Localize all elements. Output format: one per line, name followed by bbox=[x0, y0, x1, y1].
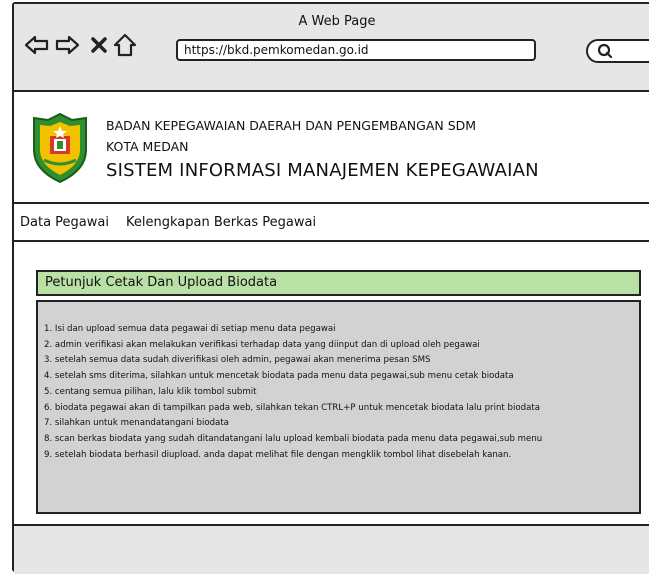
instruction-item: 1. Isi dan upload semua data pegawai di … bbox=[44, 324, 336, 334]
system-title: SISTEM INFORMASI MANAJEMEN KEPEGAWAIAN bbox=[106, 160, 539, 181]
close-icon bbox=[91, 37, 107, 53]
url-input[interactable]: https://bkd.pemkomedan.go.id bbox=[176, 39, 536, 61]
home-button[interactable] bbox=[112, 32, 138, 58]
forward-arrow-icon bbox=[55, 35, 80, 55]
panel-title: Petunjuk Cetak Dan Upload Biodata bbox=[36, 270, 641, 296]
kota-medan-logo bbox=[30, 112, 90, 188]
instruction-item: 7. silahkan untuk menandatangani biodata bbox=[44, 418, 229, 429]
home-icon bbox=[113, 33, 137, 57]
instruction-item: 6. biodata pegawai akan di tampilkan pad… bbox=[44, 402, 540, 413]
main-menu: Data Pegawai Kelengkapan Berkas Pegawai bbox=[14, 204, 649, 242]
back-button[interactable] bbox=[24, 32, 50, 58]
instruction-item: 2. admin verifikasi akan melakukan verif… bbox=[44, 339, 480, 350]
forward-button[interactable] bbox=[54, 32, 80, 58]
back-arrow-icon bbox=[24, 35, 49, 55]
page-footer bbox=[14, 524, 649, 574]
search-input[interactable] bbox=[586, 39, 649, 63]
stop-button[interactable] bbox=[86, 32, 112, 58]
window-title: A Web Page bbox=[298, 14, 376, 29]
instruction-item: 8. scan berkas biodata yang sudah ditand… bbox=[44, 433, 543, 444]
org-name-line2: KOTA MEDAN bbox=[106, 139, 189, 154]
instruction-item: 3. setelah semua data sudah diverifikasi… bbox=[44, 355, 431, 366]
site-header: BADAN KEPEGAWAIAN DAERAH DAN PENGEMBANGA… bbox=[14, 92, 649, 204]
org-name-line1: BADAN KEPEGAWAIAN DAERAH DAN PENGEMBANGA… bbox=[106, 118, 477, 133]
instruction-item: 5. centang semua pilihan, lalu klik tomb… bbox=[44, 386, 257, 397]
menu-item-data-pegawai[interactable]: Data Pegawai bbox=[20, 215, 109, 230]
menu-item-kelengkapan-berkas[interactable]: Kelengkapan Berkas Pegawai bbox=[126, 215, 316, 230]
instruction-item: 9. setelah biodata berhasil diupload. an… bbox=[44, 449, 512, 460]
browser-chrome: A Web Page https://bkd.pemkomedan.go.id bbox=[14, 4, 649, 92]
search-icon bbox=[597, 43, 613, 59]
kota-medan-emblem bbox=[33, 112, 87, 184]
instruction-item: 4. setelah sms diterima, silahkan untuk … bbox=[44, 371, 514, 382]
browser-window: A Web Page https://bkd.pemkomedan.go.id bbox=[12, 2, 649, 574]
instructions-panel: 1. Isi dan upload semua data pegawai di … bbox=[36, 300, 641, 514]
